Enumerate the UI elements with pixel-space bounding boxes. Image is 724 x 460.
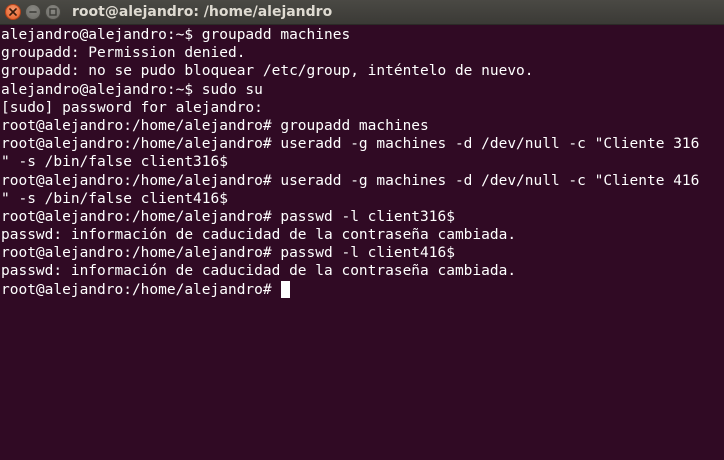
- terminal-line: passwd: información de caducidad de la c…: [1, 227, 517, 244]
- terminal-prompt-line[interactable]: root@alejandro:/home/alejandro#: [1, 280, 724, 299]
- terminal-line: passwd: información de caducidad de la c…: [1, 263, 517, 280]
- terminal-line: " -s /bin/false client316$: [1, 154, 228, 171]
- terminal-line: alejandro@alejandro:~$ sudo su: [1, 81, 263, 98]
- minimize-icon: [29, 8, 37, 16]
- title-bar[interactable]: root@alejandro: /home/alejandro: [0, 0, 724, 25]
- close-button[interactable]: [5, 4, 21, 20]
- terminal-line: root@alejandro:/home/alejandro# groupadd…: [1, 117, 429, 134]
- terminal-line: root@alejandro:/home/alejandro# passwd -…: [1, 208, 455, 225]
- terminal-line: alejandro@alejandro:~$ groupadd machines: [1, 27, 351, 43]
- maximize-button[interactable]: [45, 4, 61, 20]
- text-cursor: [281, 280, 291, 298]
- terminal-window: root@alejandro: /home/alejandro alejandr…: [0, 0, 724, 460]
- terminal-line: groupadd: Permission denied.: [1, 45, 246, 62]
- minimize-button[interactable]: [25, 4, 41, 20]
- terminal-line: root@alejandro:/home/alejandro# useradd …: [1, 136, 700, 153]
- terminal-line: groupadd: no se pudo bloquear /etc/group…: [1, 63, 534, 80]
- shell-prompt: root@alejandro:/home/alejandro#: [1, 281, 281, 298]
- terminal-line: " -s /bin/false client416$: [1, 190, 228, 207]
- close-icon: [9, 8, 17, 16]
- terminal-line: [sudo] password for alejandro:: [1, 99, 263, 116]
- terminal-line: root@alejandro:/home/alejandro# passwd -…: [1, 245, 455, 262]
- terminal-output[interactable]: alejandro@alejandro:~$ groupadd machines…: [0, 25, 724, 460]
- maximize-icon: [49, 8, 57, 16]
- terminal-line: root@alejandro:/home/alejandro# useradd …: [1, 172, 700, 189]
- window-title: root@alejandro: /home/alejandro: [72, 4, 333, 20]
